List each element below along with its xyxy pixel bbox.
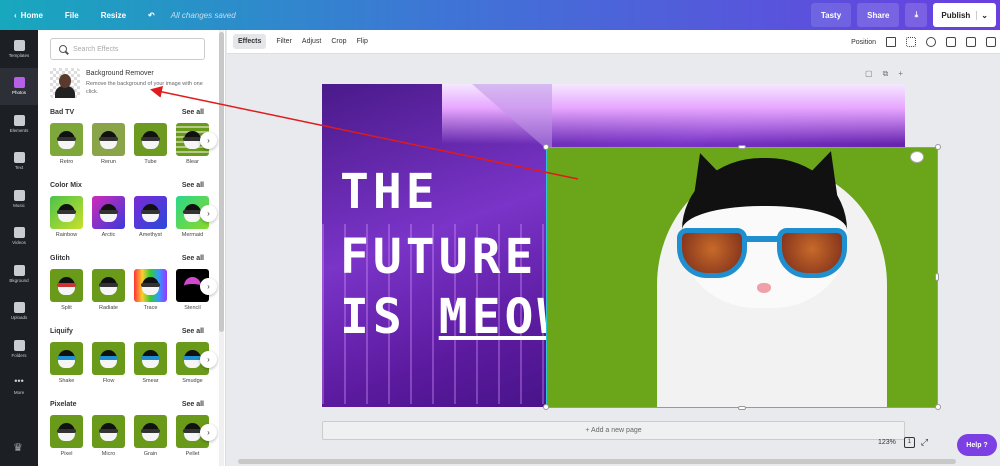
annotation-arrow [150, 85, 579, 180]
